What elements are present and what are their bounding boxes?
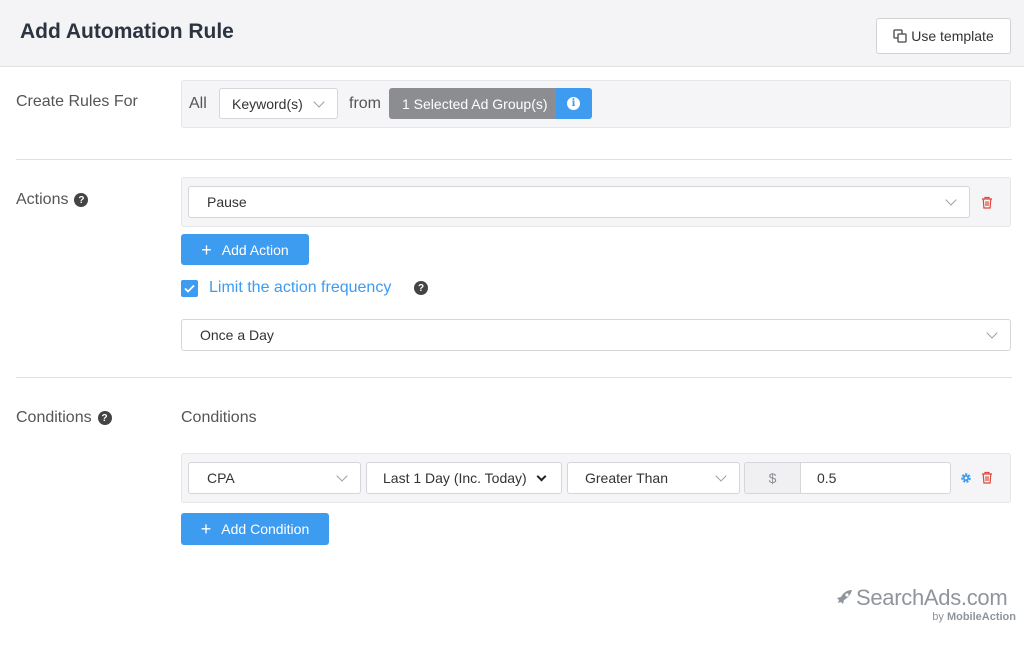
chevron-down-icon — [715, 470, 727, 482]
logo-byline: by MobileAction — [932, 611, 1016, 623]
plus-icon: + — [201, 239, 212, 260]
question-circle-icon[interactable]: ? — [74, 193, 89, 207]
trash-icon[interactable] — [981, 196, 993, 209]
chevron-down-icon — [536, 471, 547, 481]
page-title: Add Automation Rule — [20, 20, 234, 43]
limit-frequency-label[interactable]: Limit the action frequency — [209, 279, 391, 297]
add-condition-button[interactable]: + Add Condition — [181, 513, 329, 545]
ad-group-label: 1 Selected Ad Group(s) — [389, 88, 556, 119]
use-template-button[interactable]: Use template — [876, 18, 1011, 54]
from-text: from — [349, 95, 381, 112]
currency-addon: $ — [744, 462, 800, 494]
use-template-label: Use template — [911, 28, 994, 44]
check-icon — [184, 284, 195, 293]
copy-icon — [893, 29, 907, 43]
info-circle-icon: i — [567, 97, 581, 110]
modal-header: Add Automation Rule Use template — [0, 0, 1024, 67]
plus-icon: + — [200, 519, 212, 539]
limit-frequency-checkbox[interactable] — [181, 280, 198, 297]
question-circle-icon[interactable]: ? — [97, 411, 112, 425]
action-select[interactable]: Pause — [188, 186, 970, 218]
actions-label: Actions ? — [16, 191, 89, 209]
conditions-section-title: Conditions — [181, 409, 257, 426]
chevron-down-icon — [313, 95, 325, 108]
frequency-select[interactable]: Once a Day — [181, 319, 1011, 351]
conditions-label: Conditions ? — [16, 409, 112, 427]
all-text: All — [189, 95, 207, 112]
metric-select[interactable]: CPA — [188, 462, 361, 494]
add-action-button[interactable]: + Add Action — [181, 234, 309, 265]
chevron-down-icon — [945, 194, 957, 206]
entity-select[interactable]: Keyword(s) — [219, 88, 338, 119]
question-circle-icon[interactable]: ? — [414, 281, 428, 295]
create-rules-label: Create Rules For — [16, 93, 138, 110]
section-divider — [16, 377, 1012, 378]
section-divider — [16, 159, 1012, 160]
trash-icon[interactable] — [981, 471, 993, 484]
chevron-down-icon — [336, 470, 348, 482]
condition-value-input[interactable]: 0.5 — [800, 462, 951, 494]
logo-wordmark: SearchAds.com — [856, 585, 1008, 610]
rocket-icon — [837, 590, 852, 604]
chevron-down-icon — [986, 327, 998, 339]
period-select[interactable]: Last 1 Day (Inc. Today) — [366, 462, 562, 494]
operator-select[interactable]: Greater Than — [567, 462, 740, 494]
gear-icon[interactable] — [960, 472, 972, 484]
ad-group-selector[interactable]: 1 Selected Ad Group(s) i — [389, 88, 592, 119]
ad-group-info-button[interactable]: i — [555, 88, 592, 119]
searchads-logo: SearchAds.com by MobileAction — [834, 585, 1016, 625]
